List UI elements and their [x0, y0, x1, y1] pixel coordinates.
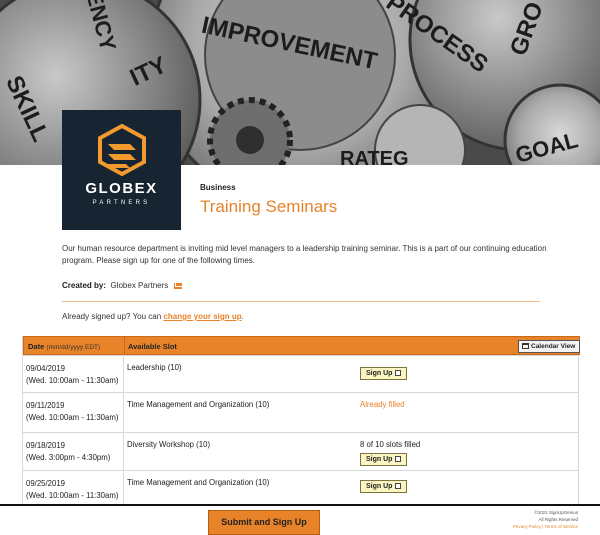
signup-button[interactable]: Sign Up	[360, 480, 408, 493]
row-date-value: 09/04/2019	[26, 364, 66, 373]
submit-and-sign-up-button[interactable]: Submit and Sign Up	[208, 510, 320, 535]
row-date: 09/25/2019 (Wed. 10:00am - 11:30am)	[26, 478, 118, 502]
calendar-icon	[522, 343, 529, 349]
column-divider	[123, 356, 124, 392]
row-slot: Time Management and Organization (10)	[127, 400, 270, 409]
row-date: 09/04/2019 (Wed. 10:00am - 11:30am)	[26, 363, 118, 387]
row-date: 09/11/2019 (Wed. 10:00am - 11:30am)	[26, 400, 118, 424]
page-title: Training Seminars	[200, 197, 338, 216]
column-divider	[123, 433, 124, 470]
copyright-block: ©2021 SignUpGenius All Rights Reserved P…	[513, 509, 578, 530]
row-time-value: (Wed. 3:00pm - 4:30pm)	[26, 453, 111, 462]
signup-button[interactable]: Sign Up	[360, 367, 408, 380]
date-column-header: Date (mm/dd/yyyy EDT)	[28, 342, 100, 351]
row-slot: Leadership (10)	[127, 363, 182, 372]
table-row: 09/18/2019 (Wed. 3:00pm - 4:30pm) Divers…	[23, 432, 578, 470]
signup-checkbox[interactable]	[395, 370, 402, 376]
signup-table: Date (mm/dd/yyyy EDT) Available Slot Cal…	[22, 336, 581, 511]
row-date: 09/18/2019 (Wed. 3:00pm - 4:30pm)	[26, 440, 110, 464]
row-date-value: 09/11/2019	[26, 401, 65, 410]
banner-word-rateg: RATEG	[340, 148, 409, 165]
row-date-value: 09/25/2019	[26, 479, 66, 488]
rights-text: All Rights Reserved	[538, 517, 578, 522]
signup-checkbox[interactable]	[395, 483, 402, 489]
signup-button[interactable]: Sign Up	[360, 453, 408, 466]
created-by: Created by: Globex Partners	[62, 281, 182, 290]
date-format-hint: (mm/dd/yyyy EDT)	[46, 344, 101, 351]
divider	[62, 301, 540, 302]
created-by-label: Created by:	[62, 281, 107, 290]
column-divider	[123, 393, 124, 432]
already-filled-status: Already filled	[360, 400, 405, 409]
signup-button-label: Sign Up	[366, 370, 393, 377]
slots-filled-status: 8 of 10 slots filled	[360, 440, 421, 449]
category-label: Business	[200, 183, 236, 192]
created-by-name: Globex Partners	[110, 281, 169, 290]
footer-bar: Submit and Sign Up ©2021 SignUpGenius Al…	[0, 504, 600, 535]
calendar-view-button[interactable]: Calendar View	[518, 340, 581, 353]
globex-logo: GLOBEX PARTNERS	[62, 110, 181, 230]
signup-button-label: Sign Up	[366, 483, 393, 490]
mail-icon[interactable]	[173, 282, 182, 289]
calendar-view-label: Calendar View	[531, 343, 576, 350]
description-text: Our human resource department is invitin…	[62, 244, 547, 265]
table-row: 09/11/2019 (Wed. 10:00am - 11:30am) Time…	[23, 392, 578, 432]
row-slot: Time Management and Organization (10)	[127, 478, 270, 487]
signup-button-label: Sign Up	[366, 456, 393, 463]
header-column-divider	[124, 337, 125, 356]
already-prefix: Already signed up? You can	[62, 312, 164, 321]
slot-column-header: Available Slot	[128, 342, 177, 351]
signup-checkbox[interactable]	[395, 456, 402, 462]
policy-links[interactable]: Privacy Policy | Terms of Service	[513, 523, 578, 530]
already-suffix: .	[241, 312, 244, 321]
hexagon-logo-icon	[98, 124, 146, 176]
logo-name: GLOBEX	[85, 180, 158, 197]
table-header: Date (mm/dd/yyyy EDT) Available Slot Cal…	[23, 336, 581, 356]
row-time-value: (Wed. 10:00am - 11:30am)	[26, 376, 119, 385]
change-signup-link[interactable]: change your sign up	[163, 312, 241, 321]
row-slot: Diversity Workshop (10)	[127, 440, 211, 449]
row-time-value: (Wed. 10:00am - 11:30am)	[26, 413, 119, 422]
table-row: 09/04/2019 (Wed. 10:00am - 11:30am) Lead…	[23, 355, 578, 392]
date-header-label: Date	[28, 342, 45, 351]
row-time-value: (Wed. 10:00am - 11:30am)	[26, 491, 119, 500]
already-signed-up-text: Already signed up? You can change your s…	[62, 312, 244, 321]
logo-subtitle: PARTNERS	[92, 200, 151, 206]
copyright-text: ©2021 SignUpGenius	[534, 510, 578, 515]
row-date-value: 09/18/2019	[26, 441, 66, 450]
